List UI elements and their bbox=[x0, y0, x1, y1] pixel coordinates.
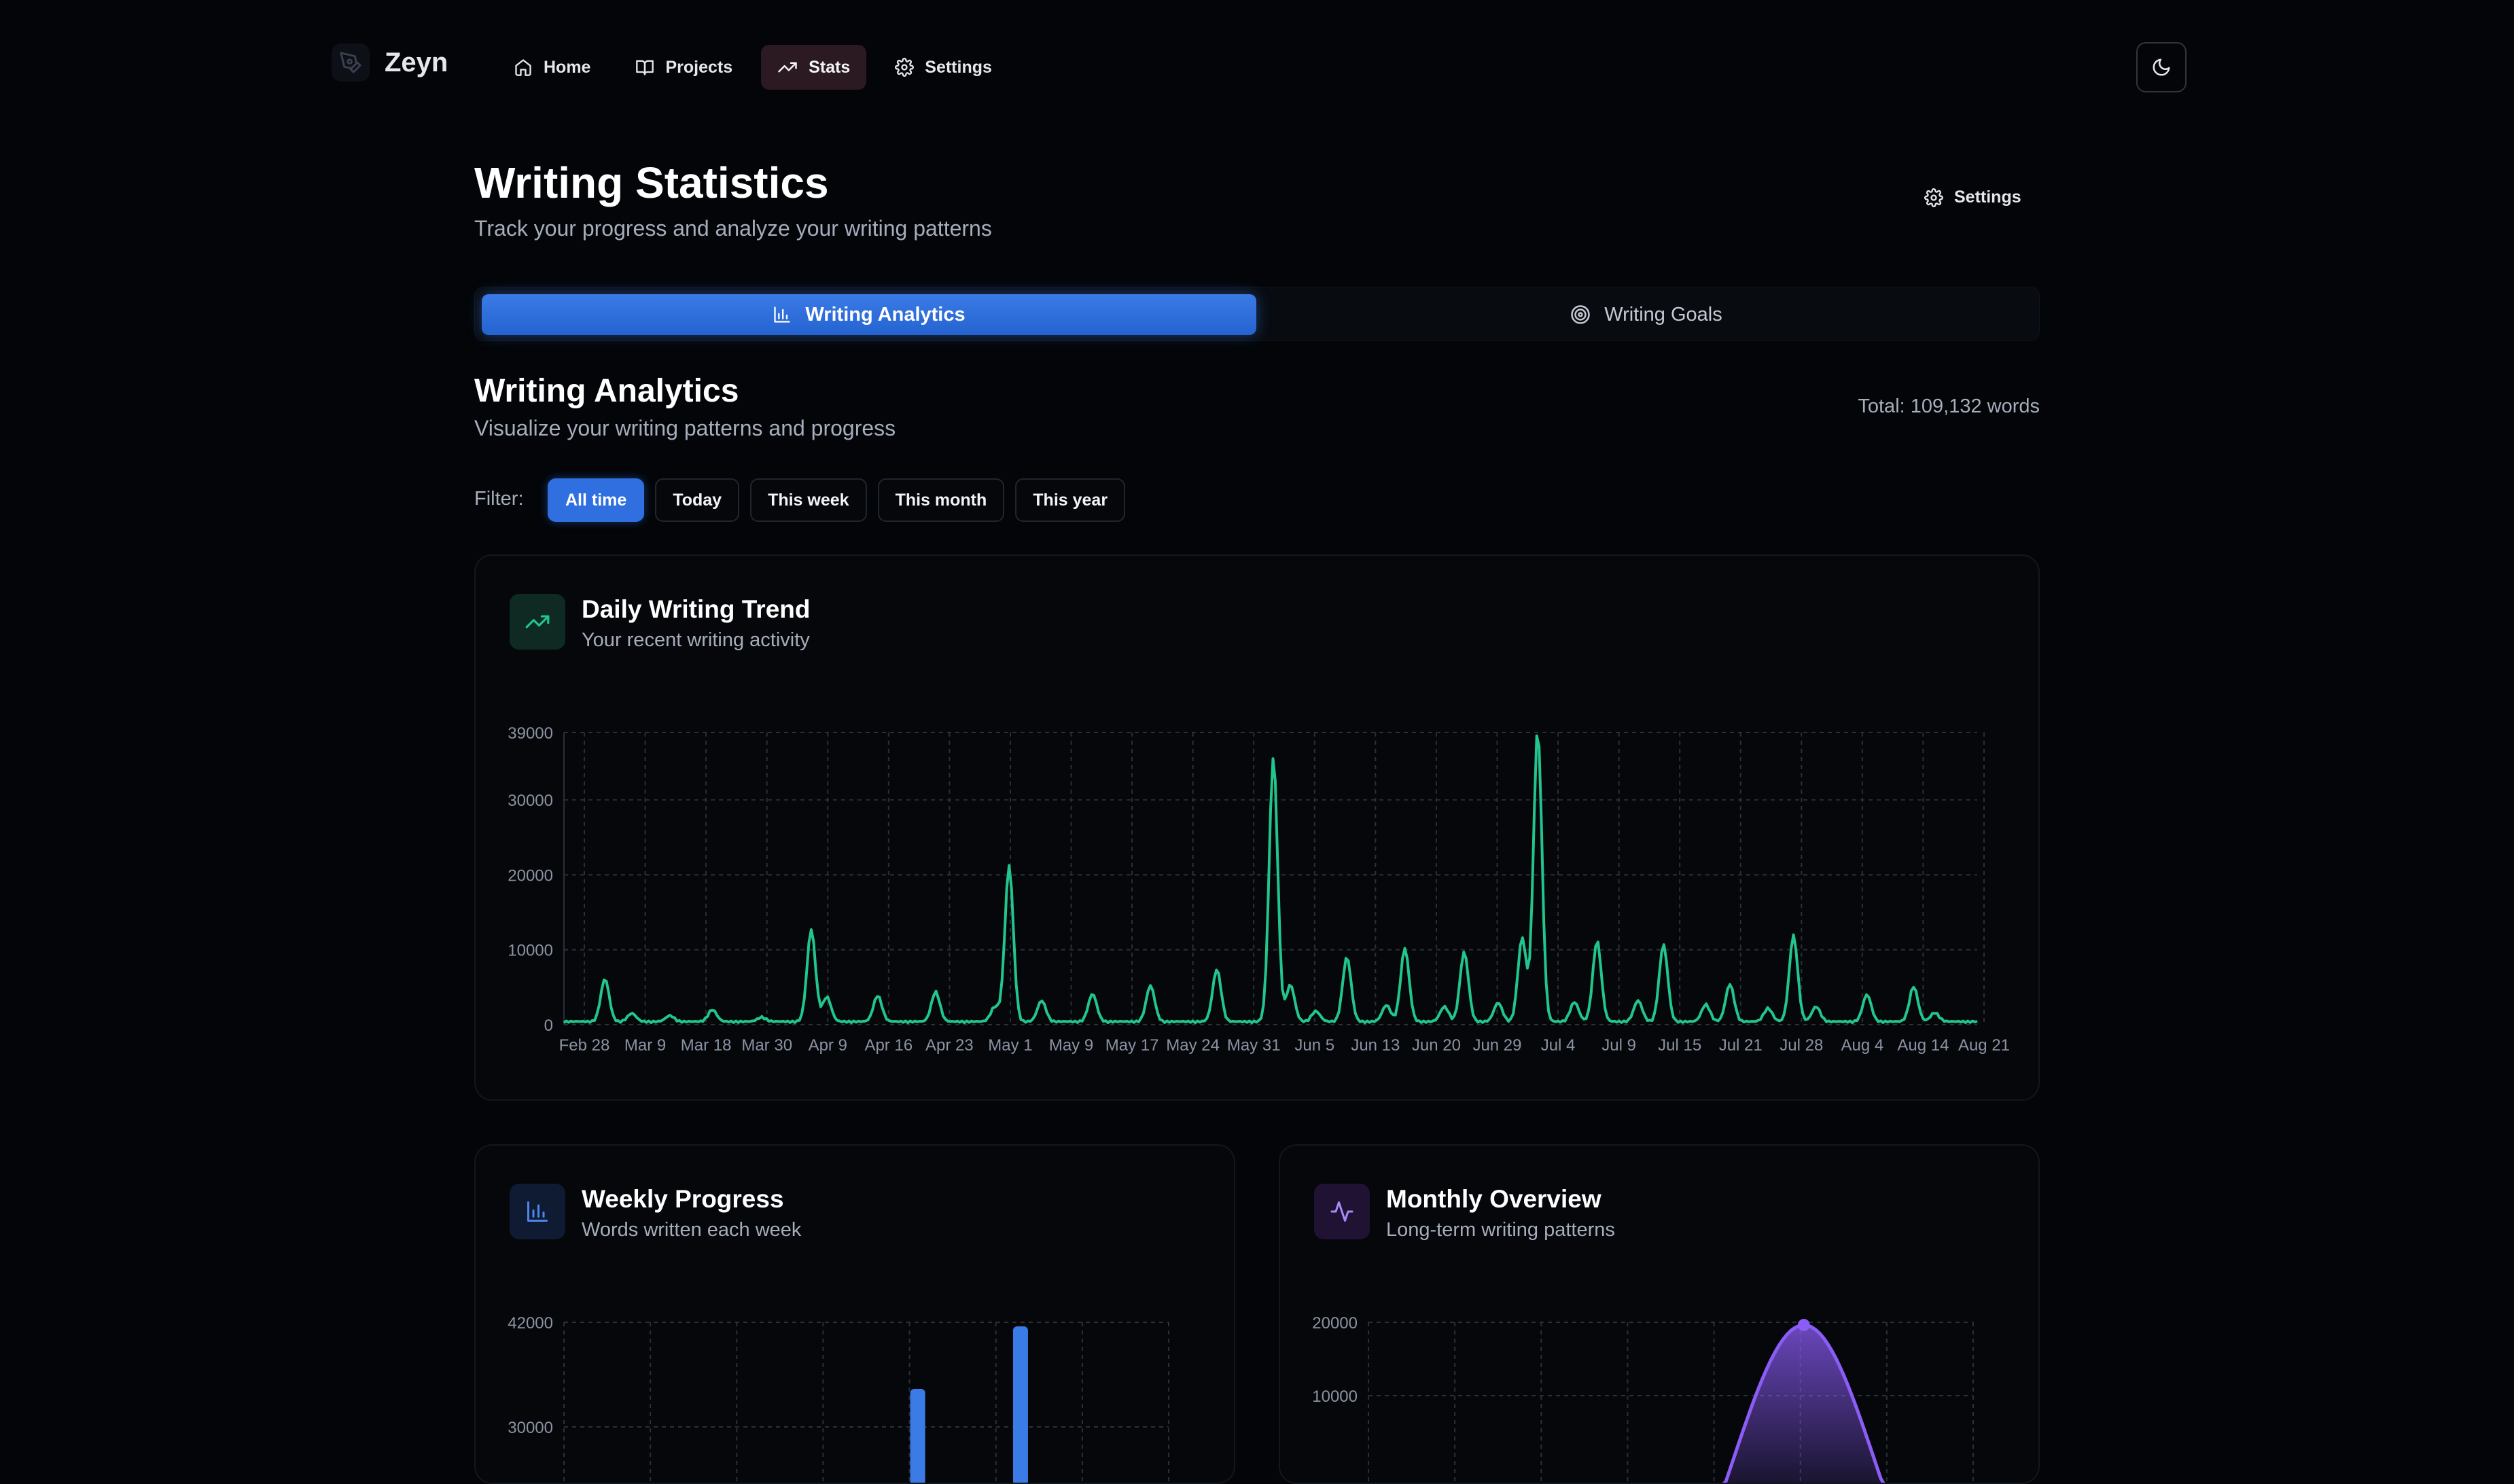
monthly-overview-card: Monthly Overview Long-term writing patte… bbox=[1279, 1144, 2040, 1484]
daily-trend-chart: 0 10000 20000 30000 39000 Feb 28 Mar 9 Mar 18 Ma… bbox=[508, 724, 2010, 1055]
y-tick-label: 0 bbox=[544, 1017, 553, 1035]
nav-settings-label: Settings bbox=[925, 57, 992, 77]
nav-projects[interactable]: Projects bbox=[619, 45, 749, 90]
nav-home[interactable]: Home bbox=[497, 45, 607, 90]
bar-chart-icon bbox=[774, 306, 791, 323]
nav-projects-label: Projects bbox=[665, 57, 733, 77]
tab-label: Writing Analytics bbox=[805, 303, 966, 325]
filter-this-year[interactable]: This year bbox=[1015, 478, 1126, 522]
theme-toggle-button[interactable] bbox=[2136, 42, 2187, 92]
x-tick-label: Mar 30 bbox=[741, 1036, 792, 1055]
trend-line bbox=[563, 734, 1978, 1025]
x-tick-label: Jul 9 bbox=[1601, 1036, 1636, 1055]
x-tick-label: Jun 13 bbox=[1351, 1036, 1400, 1055]
x-tick-label: Mar 9 bbox=[624, 1036, 666, 1055]
x-tick-label: Feb 28 bbox=[559, 1036, 610, 1055]
gear-icon bbox=[895, 58, 915, 77]
filter-this-month[interactable]: This month bbox=[877, 478, 1005, 522]
filter-options: All time Today This week This month This… bbox=[548, 478, 1126, 522]
x-tick-label: Aug 21 bbox=[1958, 1036, 2010, 1055]
stats-tabs: Writing Analytics Writing Goals bbox=[474, 287, 2040, 341]
daily-trend-card: Daily Writing Trend Your recent writing … bbox=[474, 554, 2040, 1101]
monthly-overview-chart: 20000 10000 bbox=[1312, 1314, 1974, 1483]
nav-home-label: Home bbox=[544, 57, 591, 77]
y-tick-label: 30000 bbox=[508, 1419, 553, 1437]
x-tick-label: May 9 bbox=[1049, 1036, 1093, 1055]
trending-up-icon bbox=[778, 62, 797, 73]
x-tick-label: Jun 5 bbox=[1294, 1036, 1334, 1055]
tab-writing-goals[interactable]: Writing Goals bbox=[1259, 294, 2034, 335]
pen-logo-icon bbox=[332, 43, 370, 82]
total-words: Total: 109,132 words bbox=[1858, 395, 2040, 417]
x-tick-label: Apr 16 bbox=[864, 1036, 913, 1055]
x-tick-label: Apr 23 bbox=[925, 1036, 974, 1055]
nav-settings[interactable]: Settings bbox=[879, 45, 1008, 90]
top-nav: Zeyn Home Projects Stats Settings bbox=[0, 0, 2514, 136]
x-tick-label: Aug 14 bbox=[1897, 1036, 1949, 1055]
x-tick-label: Jun 29 bbox=[1472, 1036, 1521, 1055]
target-icon bbox=[1571, 305, 1590, 324]
brand-name: Zeyn bbox=[385, 47, 448, 77]
book-icon bbox=[636, 60, 654, 75]
weekly-bar bbox=[910, 1389, 925, 1483]
x-tick-label: Aug 4 bbox=[1841, 1036, 1884, 1055]
header-settings-button[interactable]: Settings bbox=[1924, 188, 2021, 207]
weekly-bar bbox=[1012, 1326, 1028, 1483]
x-tick-label: May 24 bbox=[1166, 1036, 1220, 1055]
header-settings-label: Settings bbox=[1954, 188, 2021, 207]
y-tick-label: 39000 bbox=[508, 724, 553, 743]
x-tick-label: Jul 21 bbox=[1719, 1036, 1763, 1055]
section-title: Writing Analytics bbox=[474, 373, 739, 409]
filter-this-week[interactable]: This week bbox=[750, 478, 867, 522]
brand[interactable]: Zeyn bbox=[332, 43, 448, 82]
x-tick-label: Jul 4 bbox=[1541, 1036, 1576, 1055]
moon-icon bbox=[2153, 58, 2170, 76]
tab-label: Writing Goals bbox=[1604, 303, 1722, 325]
x-tick-label: Apr 9 bbox=[809, 1036, 847, 1055]
x-tick-label: Jun 20 bbox=[1412, 1036, 1461, 1055]
x-tick-label: May 31 bbox=[1227, 1036, 1281, 1055]
home-icon bbox=[515, 59, 531, 76]
x-tick-label: May 1 bbox=[988, 1036, 1032, 1055]
weekly-progress-card: Weekly Progress Words written each week … bbox=[474, 1144, 1235, 1484]
nav-stats[interactable]: Stats bbox=[761, 45, 867, 90]
nav-stats-label: Stats bbox=[809, 57, 851, 77]
y-tick-label: 20000 bbox=[508, 866, 553, 885]
y-tick-label: 30000 bbox=[508, 792, 553, 810]
y-tick-label: 10000 bbox=[508, 942, 553, 960]
x-tick-label: Jul 28 bbox=[1780, 1036, 1823, 1055]
x-tick-label: May 17 bbox=[1105, 1036, 1159, 1055]
tab-writing-analytics[interactable]: Writing Analytics bbox=[482, 294, 1256, 335]
x-tick-label: Jul 15 bbox=[1658, 1036, 1701, 1055]
weekly-progress-chart: 42000 30000 bbox=[508, 1314, 1169, 1483]
filter-label: Filter: bbox=[474, 488, 524, 510]
y-tick-label: 20000 bbox=[1312, 1314, 1358, 1332]
filter-all-time[interactable]: All time bbox=[548, 478, 645, 522]
gear-icon bbox=[1924, 188, 1943, 207]
monthly-point bbox=[1797, 1319, 1810, 1331]
x-tick-label: Mar 18 bbox=[681, 1036, 732, 1055]
y-tick-label: 10000 bbox=[1312, 1388, 1358, 1406]
page-title: Writing Statistics bbox=[474, 158, 829, 207]
nav-links: Home Projects Stats Settings bbox=[497, 45, 1008, 90]
filter-today[interactable]: Today bbox=[655, 478, 740, 522]
page-subtitle: Track your progress and analyze your wri… bbox=[474, 216, 992, 241]
y-tick-label: 42000 bbox=[508, 1314, 553, 1332]
section-subtitle: Visualize your writing patterns and prog… bbox=[474, 416, 896, 440]
